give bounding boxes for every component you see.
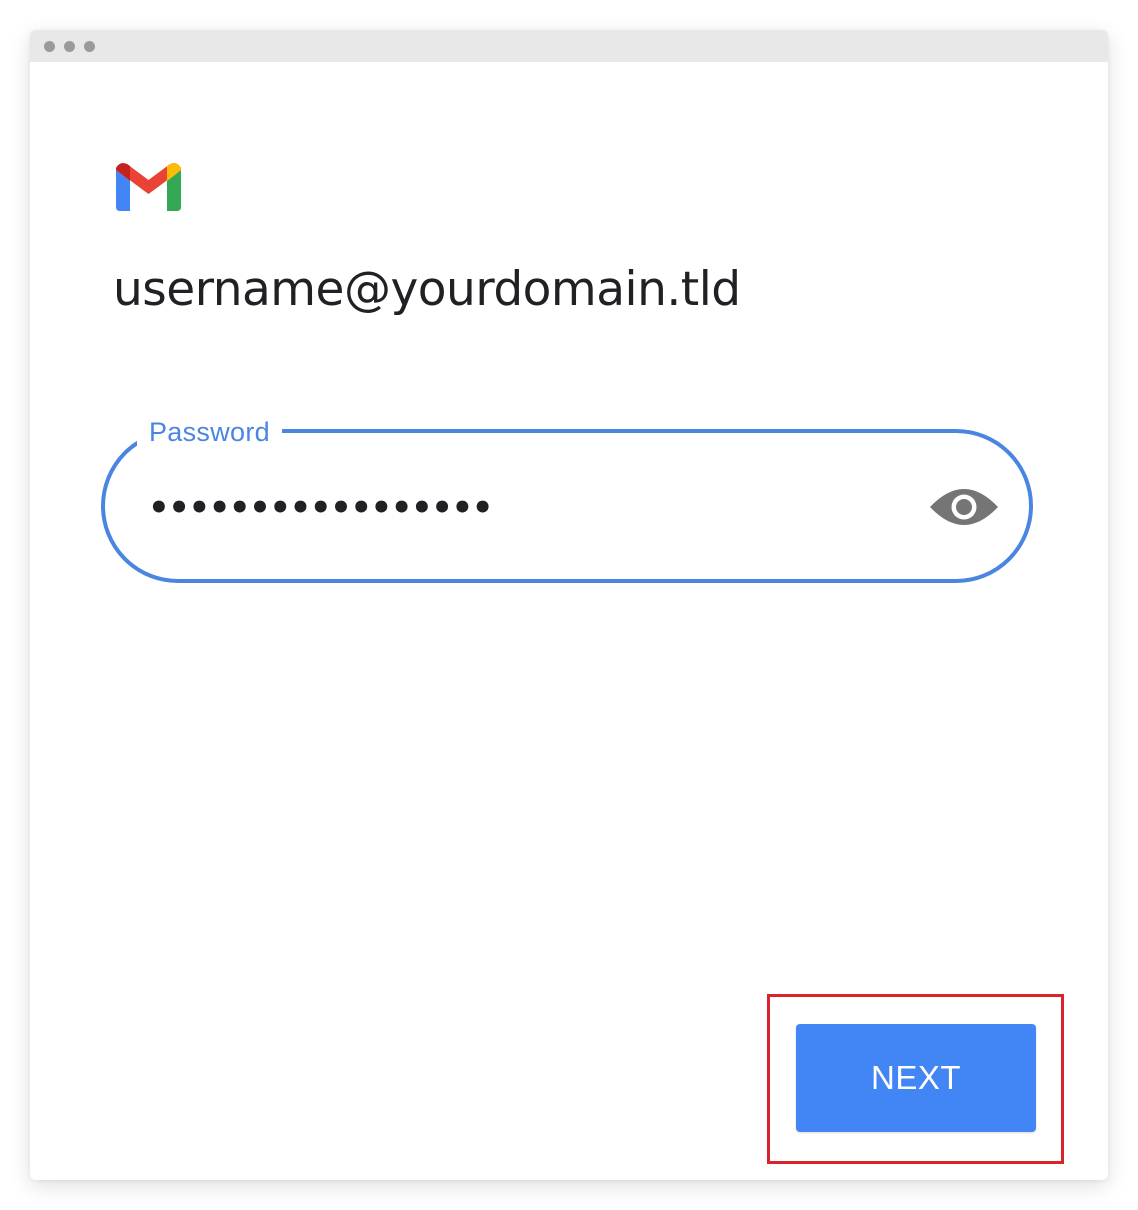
eye-icon[interactable] <box>928 482 1000 532</box>
window-titlebar <box>30 30 1108 62</box>
window-dot-1 <box>44 41 55 52</box>
password-label: Password <box>137 412 282 452</box>
gmail-logo-icon <box>116 163 181 211</box>
next-button[interactable]: NEXT <box>796 1024 1036 1132</box>
password-value[interactable]: ••••••••••••••••• <box>148 488 493 528</box>
window-dot-3 <box>84 41 95 52</box>
window-dot-2 <box>64 41 75 52</box>
account-email: username@yourdomain.tld <box>113 262 741 317</box>
